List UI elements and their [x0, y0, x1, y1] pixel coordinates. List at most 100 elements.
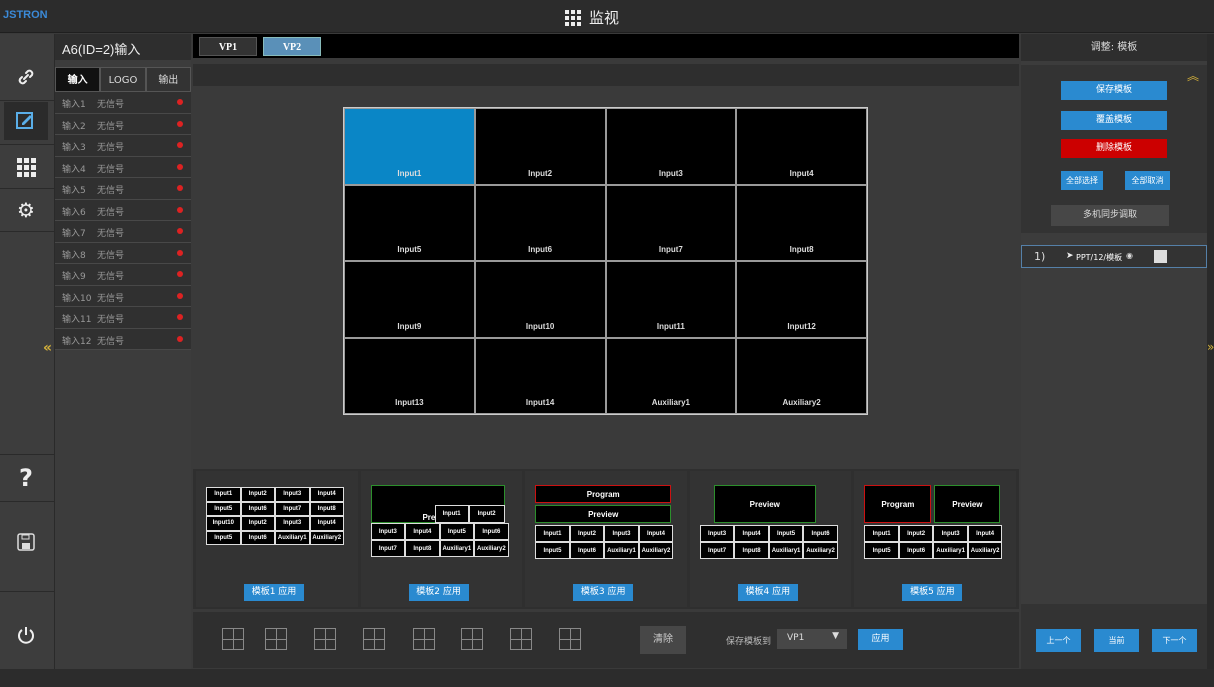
input-status: 无信号: [97, 272, 125, 282]
template-cell: Auxiliary1: [933, 542, 968, 559]
wall-cell[interactable]: Auxiliary2: [736, 337, 867, 414]
template-cell: Input3: [275, 487, 310, 502]
input-row[interactable]: 输入7 无信号: [55, 221, 191, 243]
template-apply-button[interactable]: 模板3 应用: [573, 584, 634, 601]
template-actions: ︽ 保存模板 覆盖模板 删除模板 全部选择 全部取消 多机同步调取: [1021, 65, 1207, 233]
input-row[interactable]: 输入8 无信号: [55, 242, 191, 264]
layout-icon[interactable]: [461, 628, 483, 650]
status-bar: [0, 669, 1214, 687]
top-bar: JSTRON 监视: [0, 0, 1214, 33]
page-title-text: 监视: [589, 9, 620, 27]
next-button[interactable]: 下一个: [1152, 629, 1197, 652]
edit-icon[interactable]: [4, 102, 48, 140]
save-icon[interactable]: [4, 523, 48, 561]
help-icon[interactable]: ?: [4, 459, 48, 497]
wall-cell[interactable]: Input5: [344, 184, 475, 261]
current-button[interactable]: 当前: [1094, 629, 1139, 652]
wall-cell[interactable]: Input8: [736, 184, 867, 261]
template-preview[interactable]: PreviewInput1Input2Input3Input4Input5Inp…: [370, 485, 509, 557]
tab-input[interactable]: 输入: [55, 67, 101, 92]
vp-select-value: VP1: [787, 633, 805, 643]
template-cell: Input2: [898, 525, 934, 542]
input-row[interactable]: 输入3 无信号: [55, 135, 191, 157]
tab-vp1[interactable]: VP1: [199, 37, 257, 56]
wall-cell[interactable]: Input1: [344, 108, 475, 185]
wall-cell[interactable]: Input10: [474, 261, 606, 338]
multi-sync-button[interactable]: 多机同步调取: [1051, 205, 1169, 226]
input-row[interactable]: 输入6 无信号: [55, 199, 191, 221]
template-cell: Input5: [864, 542, 899, 559]
wall-cell[interactable]: Input12: [736, 261, 867, 338]
template-list-item[interactable]: 1) ➤ PPT/12/模板 ◉: [1021, 245, 1207, 268]
template-cell: Auxiliary2: [638, 542, 674, 559]
layout-icon[interactable]: [510, 628, 532, 650]
power-icon[interactable]: [4, 616, 48, 654]
layout-icon[interactable]: [363, 628, 385, 650]
gear-icon[interactable]: ⚙: [4, 191, 48, 229]
status-dot: [177, 163, 183, 170]
template-card: Input1 Input2 Input3 Input4 Input5 Input6 Inpu…: [196, 471, 358, 607]
vp-select[interactable]: VP1 ▼: [777, 629, 847, 649]
apply-button[interactable]: 应用: [858, 629, 903, 650]
input-row[interactable]: 输入5 无信号: [55, 178, 191, 200]
prev-button[interactable]: 上一个: [1036, 629, 1081, 652]
template-apply-button[interactable]: 模板4 应用: [737, 584, 798, 601]
input-row[interactable]: 输入2 无信号: [55, 113, 191, 135]
layout-icon[interactable]: [222, 628, 244, 650]
input-row[interactable]: 输入10 无信号: [55, 285, 191, 307]
clear-button[interactable]: 清除: [640, 626, 686, 654]
layout-icon[interactable]: [413, 628, 435, 650]
page-title: 监视: [565, 7, 619, 28]
wall-cell[interactable]: Input3: [605, 108, 737, 185]
wall-cell[interactable]: Input2: [474, 108, 606, 185]
input-row[interactable]: 输入1 无信号: [55, 92, 191, 114]
tab-output[interactable]: 输出: [145, 67, 191, 92]
tab-logo[interactable]: LOGO: [100, 67, 146, 92]
input-row[interactable]: 输入9 无信号: [55, 264, 191, 286]
select-all-button[interactable]: 全部选择: [1061, 171, 1103, 190]
input-row[interactable]: 输入12 无信号: [55, 328, 191, 350]
save-template-button[interactable]: 保存模板: [1061, 81, 1167, 100]
layout-icon[interactable]: [559, 628, 581, 650]
wall-cell[interactable]: Input7: [605, 184, 737, 261]
grid-icon[interactable]: [4, 148, 48, 186]
input-row[interactable]: 输入4 无信号: [55, 156, 191, 178]
delete-template-button[interactable]: 删除模板: [1061, 139, 1167, 158]
template-item-index: 1): [1034, 250, 1046, 263]
wall-cell[interactable]: Input11: [605, 261, 737, 338]
collapse-up-icon[interactable]: ︽: [1187, 67, 1199, 84]
layout-icon[interactable]: [314, 628, 336, 650]
collapse-right-icon[interactable]: »: [1207, 340, 1214, 354]
wall-cell-label: Auxiliary2: [782, 398, 821, 407]
template-preview[interactable]: Program Preview Input1 Input2 Input3 Input4 In…: [535, 485, 674, 559]
template-apply-button[interactable]: 模板2 应用: [408, 584, 469, 601]
overwrite-template-button[interactable]: 覆盖模板: [1061, 111, 1167, 130]
wall-cell[interactable]: Input6: [474, 184, 606, 261]
template-cell: Input4: [734, 525, 769, 542]
template-apply-button[interactable]: 模板5 应用: [902, 584, 963, 601]
layout-icon[interactable]: [265, 628, 287, 650]
status-dot: [177, 292, 183, 299]
wall-cell-label: Input12: [787, 321, 816, 331]
wall-cell[interactable]: Input14: [474, 337, 606, 414]
template-apply-button[interactable]: 模板1 应用: [244, 584, 304, 601]
template-cell: Input4: [309, 516, 344, 531]
tab-vp2[interactable]: VP2: [263, 37, 321, 56]
wall-cell[interactable]: Input9: [344, 261, 475, 338]
right-panel-title: 调整: 模板: [1021, 34, 1207, 61]
template-preview[interactable]: Program Preview Input1 Input2 Input3 Input4 In…: [864, 485, 1003, 559]
template-cell: Input3: [370, 523, 406, 540]
template-preview[interactable]: Input1 Input2 Input3 Input4 Input5 Input6 Inpu…: [206, 487, 344, 547]
radio-icon[interactable]: ◉: [1126, 251, 1133, 260]
deselect-all-button[interactable]: 全部取消: [1125, 171, 1170, 190]
wall-cell[interactable]: Input13: [344, 337, 475, 414]
collapse-left-icon[interactable]: «: [43, 340, 52, 356]
template-preview[interactable]: Preview Input3 Input4 Input5 Input6 Input7 Inp…: [699, 485, 838, 559]
template-checkbox[interactable]: [1154, 250, 1167, 263]
wall-cell[interactable]: Input4: [736, 108, 867, 185]
input-row[interactable]: 输入11 无信号: [55, 307, 191, 329]
grid-icon: [565, 9, 581, 26]
link-icon[interactable]: [4, 58, 48, 96]
wall-cell[interactable]: Auxiliary1: [605, 337, 737, 414]
input-name: 输入4: [62, 164, 86, 175]
